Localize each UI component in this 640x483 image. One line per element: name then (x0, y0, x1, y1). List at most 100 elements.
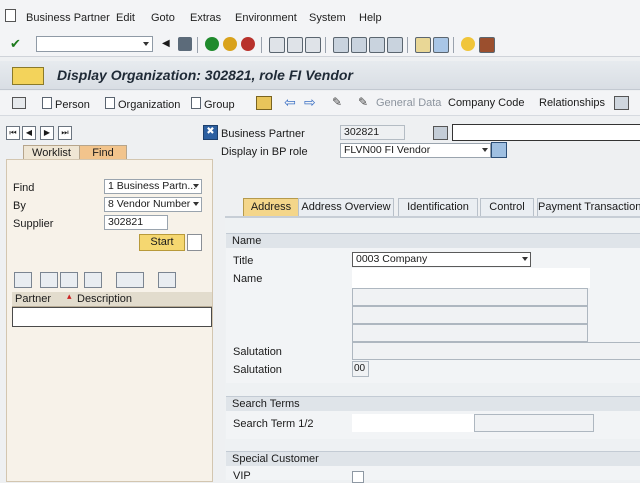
menu-edit[interactable]: Edit (116, 12, 135, 24)
enter-checkmark-icon[interactable]: ✔ (10, 37, 24, 51)
title-dropdown[interactable]: 0003 Company (352, 252, 531, 267)
start-button[interactable]: Start (139, 234, 185, 251)
relationships-button[interactable]: Relationships (539, 97, 605, 109)
tab-worklist[interactable]: Worklist (23, 145, 80, 160)
filter-icon[interactable] (84, 272, 102, 288)
supplier-input[interactable]: 302821 (104, 215, 168, 230)
arrow-left-icon[interactable]: ⇦ (284, 94, 296, 111)
salutation-input[interactable] (352, 342, 640, 360)
back-icon[interactable] (205, 37, 219, 51)
find-icon[interactable] (287, 37, 303, 53)
chevron-down-icon (193, 202, 199, 206)
salutation-code-field[interactable]: 00 (352, 361, 369, 377)
export-icon[interactable] (158, 272, 176, 288)
special-customer-group (226, 466, 640, 480)
command-field[interactable] (36, 36, 153, 52)
first-page-icon[interactable] (333, 37, 349, 53)
menu-environment[interactable]: Environment (235, 12, 297, 24)
search-term-2-input[interactable] (474, 414, 594, 432)
column-description[interactable]: Description (77, 293, 132, 305)
name-input-1[interactable] (352, 268, 590, 288)
tab-identification[interactable]: Identification (398, 198, 478, 216)
exit-icon[interactable] (223, 37, 237, 51)
page-title: Display Organization: 302821, role FI Ve… (57, 67, 353, 83)
role-label: Display in BP role (221, 146, 308, 158)
tab-find[interactable]: Find (79, 145, 127, 160)
command-history-icon[interactable]: ◀ (162, 37, 176, 51)
search-terms-header: Search Terms (226, 396, 640, 411)
next-icon[interactable]: ▶ (40, 126, 54, 140)
sap-menu-icon[interactable] (5, 9, 16, 22)
open-folder-icon[interactable] (256, 96, 272, 110)
next-page-icon[interactable] (369, 37, 385, 53)
hitlist-header: Partner ▴ Description (12, 291, 212, 307)
more-icon[interactable] (614, 96, 629, 110)
last-icon[interactable]: ⏭ (58, 126, 72, 140)
shortcut-icon[interactable] (433, 37, 449, 53)
print-icon[interactable] (269, 37, 285, 53)
previous-page-icon[interactable] (351, 37, 367, 53)
details-icon[interactable] (14, 272, 32, 288)
list-icon[interactable] (12, 97, 26, 109)
by-dropdown[interactable]: 8 Vendor Number (104, 197, 202, 212)
calendar-icon[interactable] (433, 126, 448, 140)
menu-bar: Business Partner Edit Goto Extras Enviro… (0, 0, 640, 35)
by-label: By (13, 200, 26, 212)
organization-button[interactable]: Organization (105, 97, 180, 111)
last-page-icon[interactable] (387, 37, 403, 53)
table-row[interactable] (12, 307, 212, 327)
company-code-button[interactable]: Company Code (448, 97, 524, 109)
role-dropdown[interactable]: FLVN00 FI Vendor (340, 143, 491, 158)
tab-address[interactable]: Address (243, 198, 299, 216)
edit-icon[interactable]: ✎ (358, 95, 368, 109)
layout-icon[interactable] (116, 272, 144, 288)
bp-number-field: 302821 (340, 125, 405, 140)
first-icon[interactable]: ⏮ (6, 126, 20, 140)
general-data-button[interactable]: General Data (376, 97, 441, 109)
tab-payment-transaction[interactable]: Payment Transaction (537, 198, 640, 216)
menu-business-partner[interactable]: Business Partner (26, 12, 110, 24)
previous-icon[interactable]: ◀ (22, 126, 36, 140)
special-customer-header: Special Customer (226, 451, 640, 466)
name-input-3[interactable] (352, 306, 588, 324)
role-switch-icon[interactable] (491, 142, 507, 158)
find-icon[interactable] (40, 272, 58, 288)
document-icon (42, 97, 52, 109)
menu-help[interactable]: Help (359, 12, 382, 24)
arrow-right-icon[interactable]: ⇨ (304, 94, 316, 111)
column-partner[interactable]: Partner (15, 293, 51, 305)
hitlist-toolbar (12, 270, 212, 290)
menu-extras[interactable]: Extras (190, 12, 221, 24)
find-next-icon[interactable] (60, 272, 78, 288)
transaction-icon (12, 67, 44, 85)
vip-checkbox[interactable] (352, 471, 364, 483)
save-icon[interactable] (178, 37, 192, 51)
tab-control[interactable]: Control (480, 198, 534, 216)
application-toolbar: Person Organization Group ⇦ ⇨ ✎ ✎ Genera… (0, 91, 640, 116)
find-next-icon[interactable] (305, 37, 321, 53)
title-bar: Display Organization: 302821, role FI Ve… (0, 61, 640, 90)
help-icon[interactable] (461, 37, 475, 51)
menu-system[interactable]: System (309, 12, 346, 24)
trash-icon[interactable] (187, 234, 202, 251)
supplier-label: Supplier (13, 218, 54, 230)
pencil-glasses-icon[interactable]: ✎ (332, 95, 342, 109)
close-icon[interactable]: ✖ (203, 125, 218, 140)
document-icon (191, 97, 201, 109)
group-button[interactable]: Group (191, 97, 235, 111)
tab-address-overview[interactable]: Address Overview (298, 198, 394, 216)
cancel-icon[interactable] (241, 37, 255, 51)
person-button[interactable]: Person (42, 97, 90, 111)
sort-indicator-icon: ▴ (67, 291, 72, 301)
left-tabstrip: Worklist Find (6, 145, 211, 160)
menu-goto[interactable]: Goto (151, 12, 175, 24)
search-term-1-input[interactable] (352, 414, 474, 432)
new-session-icon[interactable] (415, 37, 431, 53)
layout-menu-icon[interactable] (479, 37, 495, 53)
name-input-2[interactable] (352, 288, 588, 306)
search-field[interactable] (452, 124, 640, 141)
vip-label: VIP (233, 470, 251, 482)
name-input-4[interactable] (352, 324, 588, 342)
salutation-code-label: Salutation (233, 364, 282, 376)
find-dropdown[interactable]: 1 Business Partn... (104, 179, 202, 194)
